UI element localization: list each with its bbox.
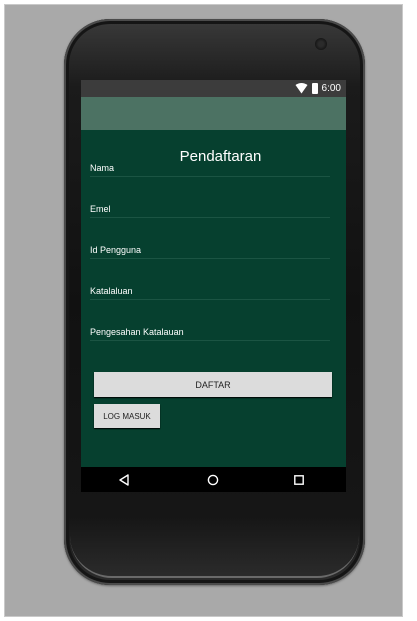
status-clock: 6:00 [321,83,341,94]
password-field[interactable]: Katalaluan [90,279,330,300]
recents-button[interactable] [291,472,306,487]
phone-screen: 6:00 Pendaftaran Nama Emel Id Pengguna K… [81,80,346,492]
name-field[interactable]: Nama [90,156,330,177]
register-button[interactable]: DAFTAR [94,372,332,397]
email-field[interactable]: Emel [90,197,330,218]
battery-icon [311,83,318,94]
wifi-icon [295,83,308,94]
name-field-label: Nama [90,163,115,173]
username-field[interactable]: Id Pengguna [90,238,330,259]
confirm-password-field-label: Pengesahan Katalauan [90,327,184,337]
back-button[interactable] [116,472,131,487]
phone-bottom-rim [70,536,359,578]
front-camera-icon [315,38,327,50]
login-button[interactable]: LOG MASUK [94,404,160,428]
app-bar [81,97,346,130]
status-bar: 6:00 [81,80,346,97]
username-field-label: Id Pengguna [90,245,142,255]
home-icon [207,474,218,485]
confirm-password-field[interactable]: Pengesahan Katalauan [90,320,330,341]
password-field-label: Katalaluan [90,286,133,296]
navigation-bar [81,467,346,492]
email-field-label: Emel [90,204,111,214]
recents-icon [293,474,304,485]
home-button[interactable] [205,472,220,487]
back-icon [118,473,129,486]
